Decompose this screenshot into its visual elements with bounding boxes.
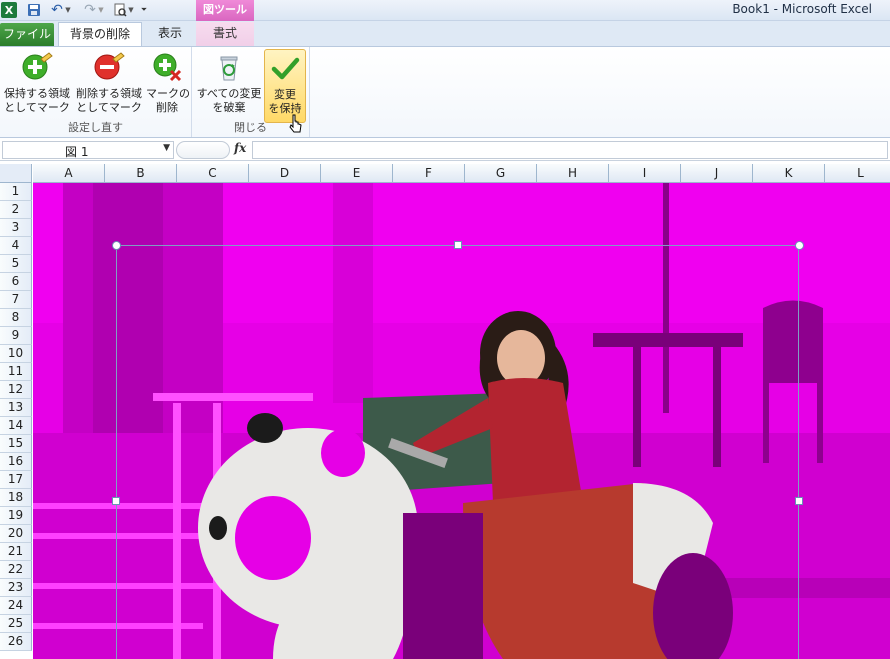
resize-handle-top-right[interactable]	[795, 241, 804, 250]
row-header-1[interactable]: 1	[0, 183, 32, 201]
row-header-9[interactable]: 9	[0, 327, 32, 345]
formula-input[interactable]	[252, 141, 888, 159]
name-box[interactable]: 図 1 ▼	[2, 141, 174, 159]
refine-group: 保持する領域 としてマーク 削除する領域 としてマーク マークの 削除 設定し直…	[0, 47, 192, 137]
mark-areas-to-keep-button[interactable]: 保持する領域 としてマーク	[2, 49, 72, 123]
tab-background-removal[interactable]: 背景の削除	[58, 22, 142, 47]
row-header-5[interactable]: 5	[0, 255, 32, 273]
undo-icon[interactable]: ↶	[49, 2, 65, 18]
discard-label-line2: を破棄	[212, 101, 246, 114]
row-header-19[interactable]: 19	[0, 507, 32, 525]
resize-handle-top-center[interactable]	[454, 241, 462, 249]
insert-function-icon[interactable]: fx	[234, 141, 246, 155]
delete-mark-label-line2: 削除	[156, 101, 178, 114]
mark-remove-label-line1: 削除する領域	[76, 87, 142, 100]
tab-format[interactable]: 書式	[196, 22, 254, 46]
row-header-12[interactable]: 12	[0, 381, 32, 399]
undo-dropdown-icon[interactable]: ▼	[64, 2, 72, 18]
row-header-24[interactable]: 24	[0, 597, 32, 615]
row-header-15[interactable]: 15	[0, 435, 32, 453]
row-header-4[interactable]: 4	[0, 237, 32, 255]
row-header-17[interactable]: 17	[0, 471, 32, 489]
column-header-c[interactable]: C	[177, 164, 249, 183]
keep-changes-button[interactable]: 変更 を保持	[264, 49, 306, 123]
column-header-d[interactable]: D	[249, 164, 321, 183]
picture-tools-context-label: 図ツール	[196, 0, 254, 21]
row-header-7[interactable]: 7	[0, 291, 32, 309]
row-header-20[interactable]: 20	[0, 525, 32, 543]
ribbon-tab-row: ファイル 背景の削除 表示 書式	[0, 21, 890, 47]
column-header-k[interactable]: K	[753, 164, 825, 183]
resize-handle-middle-right[interactable]	[795, 497, 803, 505]
resize-handle-middle-left[interactable]	[112, 497, 120, 505]
row-header-8[interactable]: 8	[0, 309, 32, 327]
window-title: Book1 - Microsoft Excel	[732, 2, 872, 16]
discard-label-line1: すべての変更	[196, 87, 262, 100]
row-header-22[interactable]: 22	[0, 561, 32, 579]
name-box-value: 図 1	[65, 145, 89, 159]
column-header-h[interactable]: H	[537, 164, 609, 183]
row-header-2[interactable]: 2	[0, 201, 32, 219]
picture-background-removal[interactable]	[33, 183, 890, 659]
ribbon: 保持する領域 としてマーク 削除する領域 としてマーク マークの 削除 設定し直…	[0, 46, 890, 138]
row-header-23[interactable]: 23	[0, 579, 32, 597]
mark-remove-label-line2: としてマーク	[76, 101, 142, 114]
plus-pencil-icon	[22, 52, 53, 80]
row-header-6[interactable]: 6	[0, 273, 32, 291]
column-header-b[interactable]: B	[105, 164, 177, 183]
worksheet-grid[interactable]: ABCDEFGHIJKL 1 2 3 4 5 6 7 8 9 10 11 12 13 14 15 16 17 18…	[0, 164, 890, 659]
tab-file[interactable]: ファイル	[0, 23, 54, 46]
row-header-21[interactable]: 21	[0, 543, 32, 561]
discard-all-changes-button[interactable]: すべての変更 を破棄	[195, 49, 263, 123]
save-icon[interactable]	[26, 2, 42, 18]
column-header-f[interactable]: F	[393, 164, 465, 183]
refine-group-label: 設定し直す	[68, 121, 123, 134]
column-header-e[interactable]: E	[321, 164, 393, 183]
redo-dropdown-icon[interactable]: ▼	[97, 2, 105, 18]
name-box-dropdown-icon[interactable]: ▼	[163, 143, 170, 153]
mouse-pointer-icon	[289, 114, 302, 133]
formula-bar: 図 1 ▼ fx	[0, 140, 890, 161]
row-header-3[interactable]: 3	[0, 219, 32, 237]
preview-dropdown-icon[interactable]: ▼	[127, 2, 135, 18]
mark-keep-label-line1: 保持する領域	[4, 87, 70, 100]
column-header-l[interactable]: L	[825, 164, 890, 183]
excel-logo-icon[interactable]: X	[1, 2, 17, 18]
plus-x-icon	[153, 53, 182, 82]
delete-mark-button[interactable]: マークの 削除	[146, 49, 190, 123]
row-header-14[interactable]: 14	[0, 417, 32, 435]
column-header-g[interactable]: G	[465, 164, 537, 183]
recycle-bin-icon	[220, 56, 238, 81]
row-header-10[interactable]: 10	[0, 345, 32, 363]
row-header-13[interactable]: 13	[0, 399, 32, 417]
redo-icon[interactable]: ↷	[82, 2, 98, 18]
mark-areas-to-remove-button[interactable]: 削除する領域 としてマーク	[74, 49, 144, 123]
column-header-j[interactable]: J	[681, 164, 753, 183]
checkmark-icon	[271, 57, 300, 80]
delete-mark-label-line1: マークの	[146, 87, 190, 100]
tab-view[interactable]: 表示	[146, 22, 194, 46]
keep-changes-label-line1: 変更	[274, 88, 296, 101]
picture-selection-frame	[116, 245, 799, 659]
column-header-a[interactable]: A	[33, 164, 105, 183]
row-header-18[interactable]: 18	[0, 489, 32, 507]
minus-pencil-icon	[94, 52, 125, 80]
print-preview-icon[interactable]	[112, 2, 128, 18]
mark-keep-label-line2: としてマーク	[4, 101, 70, 114]
select-all-corner[interactable]	[0, 164, 32, 183]
row-header-16[interactable]: 16	[0, 453, 32, 471]
row-header-25[interactable]: 25	[0, 615, 32, 633]
row-header-11[interactable]: 11	[0, 363, 32, 381]
customize-quick-access-icon[interactable]: ⏷	[139, 2, 149, 18]
title-bar: X ↶ ▼ ↷ ▼ ▼ ⏷ 図ツール Book1 - Microsoft Exc…	[0, 0, 890, 21]
row-header-26[interactable]: 26	[0, 633, 32, 651]
formula-bar-resize-handle[interactable]	[176, 141, 230, 159]
column-header-i[interactable]: I	[609, 164, 681, 183]
resize-handle-top-left[interactable]	[112, 241, 121, 250]
